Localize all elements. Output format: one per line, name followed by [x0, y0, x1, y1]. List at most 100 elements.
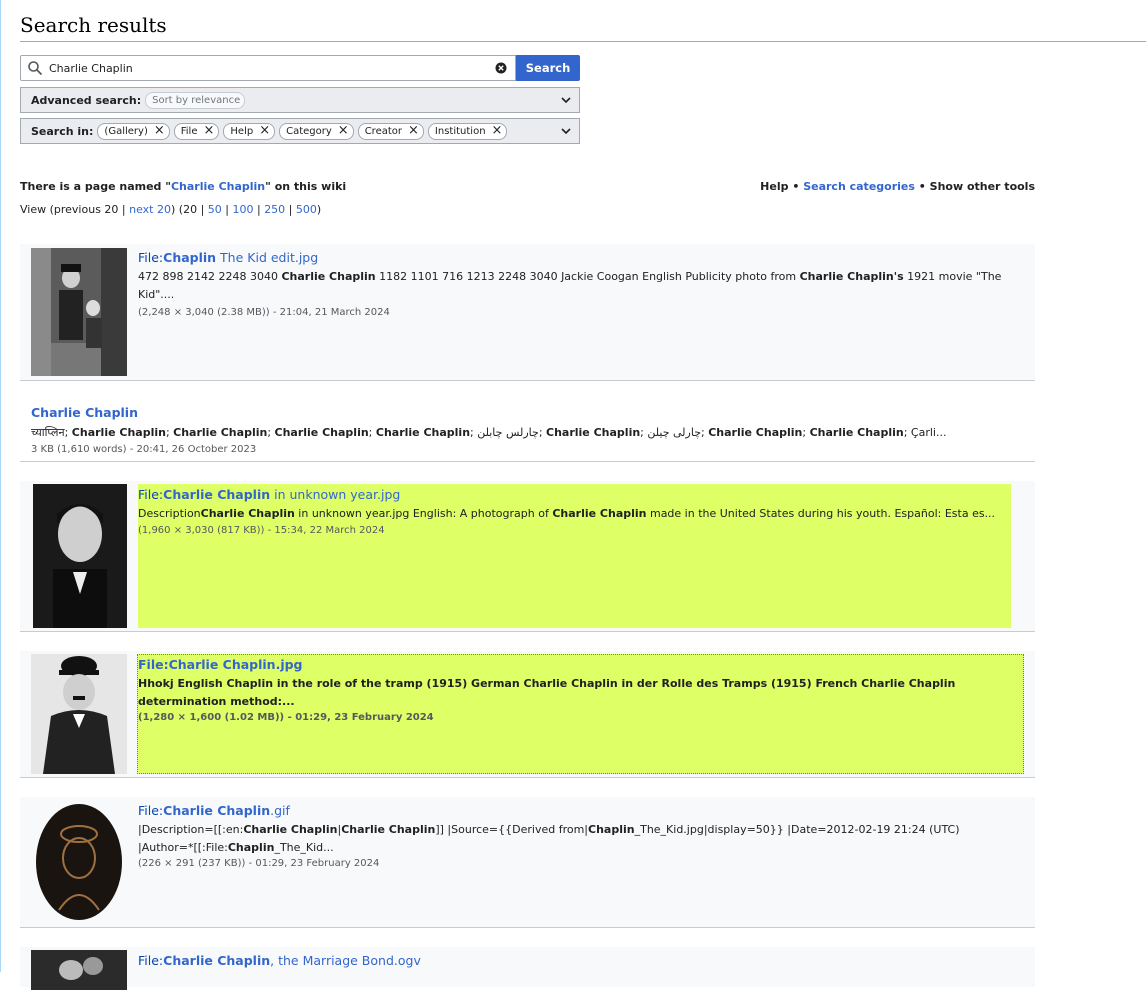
- pagination-sep: |: [253, 203, 265, 216]
- title-match: Charlie Chaplin: [163, 487, 271, 502]
- title-prefix: File:: [138, 803, 164, 818]
- remove-icon[interactable]: ×: [203, 124, 214, 137]
- content-border: [0, 0, 1, 972]
- limit-250-link[interactable]: 250: [264, 203, 285, 216]
- pagination-sep: |: [285, 203, 296, 216]
- animated-image: [31, 800, 127, 924]
- notice-suffix: " on this wiki: [265, 180, 347, 193]
- pagination-sep: |: [221, 203, 233, 216]
- title-suffix: in unknown year.jpg: [270, 487, 401, 502]
- limit-50-link[interactable]: 50: [208, 203, 222, 216]
- search-result: Charlie Chaplin च्याप्लिन; Charlie Chapl…: [20, 400, 1035, 462]
- result-title-link[interactable]: File:Charlie Chaplin.jpg: [138, 657, 303, 672]
- limit-100-link[interactable]: 100: [232, 203, 253, 216]
- result-snippet: |Description=[[:en:Charlie Chaplin|Charl…: [138, 823, 960, 854]
- result-title-link[interactable]: File:Chaplin The Kid edit.jpg: [138, 250, 318, 265]
- pagination-close: ): [316, 203, 322, 216]
- chip-label: Help: [230, 125, 254, 137]
- pagination-prev: View (previous 20 |: [20, 203, 130, 216]
- help-link[interactable]: Help: [760, 180, 788, 193]
- chip-institution[interactable]: Institution ×: [427, 122, 508, 140]
- search-button[interactable]: Search: [516, 55, 580, 81]
- search-result: File:Chaplin The Kid edit.jpg 472 898 21…: [20, 244, 1035, 381]
- search-result: File:Charlie Chaplin.jpg Hhokj English C…: [20, 651, 1035, 778]
- title-match: Charlie Chaplin: [163, 803, 271, 818]
- video-image: [31, 950, 127, 990]
- chip-creator[interactable]: Creator ×: [357, 122, 424, 140]
- remove-icon[interactable]: ×: [338, 124, 349, 137]
- result-snippet: च्याप्लिन; Charlie Chaplin; Charlie Chap…: [31, 426, 947, 439]
- chip-label: Category: [286, 125, 332, 137]
- result-metadata: (1,960 × 3,030 (817 KB)) - 15:34, 22 Mar…: [138, 525, 385, 536]
- search-result: File:Charlie Chaplin, the Marriage Bond.…: [20, 947, 1035, 990]
- search-box[interactable]: [20, 55, 516, 81]
- separator: •: [792, 180, 800, 193]
- notice-prefix: There is a page named ": [20, 180, 171, 193]
- result-title-link[interactable]: File:Charlie Chaplin, the Marriage Bond.…: [138, 953, 421, 968]
- result-thumbnail[interactable]: [31, 800, 127, 924]
- separator: •: [918, 180, 926, 193]
- advanced-search-label: Advanced search:: [31, 93, 142, 107]
- result-thumbnail[interactable]: [33, 484, 127, 628]
- result-metadata: (1,280 × 1,600 (1.02 MB)) - 01:29, 23 Fe…: [138, 712, 434, 723]
- page-title: Search results: [20, 10, 1146, 42]
- chip-gallery[interactable]: (Gallery) ×: [97, 122, 170, 140]
- remove-icon[interactable]: ×: [154, 124, 165, 137]
- advanced-search[interactable]: Advanced search: Sort by relevance: [20, 87, 580, 113]
- result-metadata: 3 KB (1,610 words) - 20:41, 26 October 2…: [31, 444, 257, 455]
- search-categories-link[interactable]: Search categories: [803, 180, 915, 193]
- show-other-tools-link[interactable]: Show other tools: [930, 180, 1035, 193]
- result-title-link[interactable]: Charlie Chaplin: [31, 405, 138, 420]
- result-snippet: Hhokj English Chaplin in the role of the…: [138, 677, 956, 708]
- remove-icon[interactable]: ×: [259, 124, 270, 137]
- chevron-down-icon[interactable]: [561, 95, 571, 105]
- chip-label: Institution: [434, 125, 486, 137]
- limit-500-link[interactable]: 500: [296, 203, 317, 216]
- title-prefix: File:: [138, 250, 164, 265]
- search-result: File:Charlie Chaplin.gif |Description=[[…: [20, 797, 1035, 928]
- tramp-image: [31, 654, 127, 774]
- result-thumbnail[interactable]: [31, 950, 127, 990]
- chip-category[interactable]: Category ×: [279, 122, 354, 140]
- chip-help[interactable]: Help ×: [223, 122, 276, 140]
- remove-icon[interactable]: ×: [492, 124, 503, 137]
- search-in-label: Search in:: [31, 124, 94, 138]
- remove-icon[interactable]: ×: [408, 124, 419, 137]
- title-prefix: File:: [138, 487, 164, 502]
- search-result: File:Charlie Chaplin in unknown year.jpg…: [20, 481, 1035, 632]
- result-title-link[interactable]: File:Charlie Chaplin.gif: [138, 803, 290, 818]
- chip-label: (Gallery): [104, 125, 148, 137]
- search-icon: [28, 61, 43, 76]
- search-in[interactable]: Search in: (Gallery) × File × Help × Catego…: [20, 118, 580, 144]
- result-metadata: (2,248 × 3,040 (2.38 MB)) - 21:04, 21 Ma…: [138, 307, 390, 318]
- result-thumbnail[interactable]: [31, 248, 127, 376]
- title-match: Chaplin: [163, 250, 217, 265]
- result-thumbnail[interactable]: [31, 654, 127, 774]
- chip-label: Creator: [364, 125, 403, 137]
- result-snippet: 472 898 2142 2248 3040 Charlie Chaplin 1…: [138, 270, 1002, 301]
- result-metadata: (226 × 291 (237 KB)) - 01:29, 23 Februar…: [138, 858, 380, 869]
- page-exists-notice: There is a page named "Charlie Chaplin" …: [20, 180, 346, 193]
- chip-label: File: [180, 125, 198, 137]
- title-prefix: File:: [138, 953, 164, 968]
- info-bar: There is a page named "Charlie Chaplin" …: [20, 180, 1035, 194]
- chevron-down-icon[interactable]: [561, 126, 571, 136]
- search-bar: Search: [20, 55, 580, 81]
- sort-chip[interactable]: Sort by relevance: [145, 91, 246, 109]
- photo-image: [31, 248, 127, 376]
- chip-file[interactable]: File ×: [173, 122, 220, 140]
- result-snippet: DescriptionCharlie Chaplin in unknown ye…: [138, 507, 996, 520]
- clear-icon[interactable]: [495, 62, 507, 74]
- pagination-text: ) (20 |: [171, 203, 208, 216]
- tools-links: Help • Search categories • Show other to…: [760, 180, 1035, 193]
- pagination: View (previous 20 | next 20) (20 | 50 | …: [20, 203, 321, 216]
- title-match: Charlie Chaplin: [163, 953, 271, 968]
- portrait-image: [33, 484, 127, 628]
- result-title-link[interactable]: File:Charlie Chaplin in unknown year.jpg: [138, 487, 400, 502]
- existing-page-link[interactable]: Charlie Chaplin: [171, 180, 265, 193]
- title-suffix: The Kid edit.jpg: [216, 250, 319, 265]
- title-suffix: , the Marriage Bond.ogv: [270, 953, 421, 968]
- title-suffix: .gif: [270, 803, 290, 818]
- next-20-link[interactable]: next 20: [129, 203, 171, 216]
- search-input[interactable]: [49, 61, 495, 75]
